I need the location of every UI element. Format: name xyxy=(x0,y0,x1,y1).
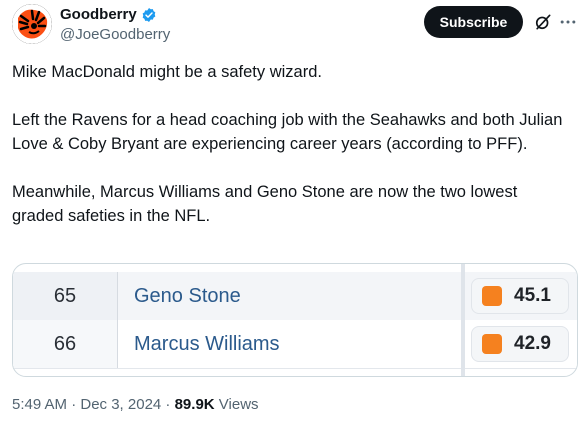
grade-column-separator xyxy=(461,264,465,376)
grade-cell: 42.9 xyxy=(471,326,569,362)
tweet-paragraph: Meanwhile, Marcus Williams and Geno Ston… xyxy=(12,183,518,225)
cincinnati-bengals-tiger-logo-icon xyxy=(12,4,52,44)
verified-badge-icon xyxy=(142,7,156,22)
grok-icon[interactable] xyxy=(533,12,553,32)
grade-value: 42.9 xyxy=(514,333,551,354)
avatar[interactable] xyxy=(12,4,52,44)
media-image-table[interactable]: 65 Geno Stone 45.1 66 Marcus Williams 42… xyxy=(12,263,578,377)
author-handle[interactable]: @JoeGoodberry xyxy=(60,26,170,43)
author-display-name[interactable]: Goodberry xyxy=(60,6,137,23)
views-label: Views xyxy=(214,396,259,413)
tweet-text: Mike MacDonald might be a safety wizard.… xyxy=(12,60,568,252)
grade-color-swatch xyxy=(482,286,502,306)
player-name-cell: Geno Stone xyxy=(134,284,241,307)
grade-cell: 45.1 xyxy=(471,278,569,314)
tweet-meta: 5:49 AM · Dec 3, 2024 · 89.9K Views xyxy=(12,396,259,413)
more-options-icon[interactable] xyxy=(558,12,578,32)
timestamp[interactable]: 5:49 AM · Dec 3, 2024 · xyxy=(12,396,175,413)
rank-cell: 66 xyxy=(13,320,117,368)
tweet-paragraph: Mike MacDonald might be a safety wizard. xyxy=(12,63,322,81)
grade-value: 45.1 xyxy=(514,285,551,306)
rank-cell: 65 xyxy=(13,272,117,320)
column-divider xyxy=(117,272,118,368)
tweet-paragraph: Left the Ravens for a head coaching job … xyxy=(12,111,563,153)
subscribe-button[interactable]: Subscribe xyxy=(424,6,523,38)
table-row: 65 Geno Stone 45.1 xyxy=(13,272,577,320)
author-name-row[interactable]: Goodberry xyxy=(60,6,157,23)
row-divider xyxy=(13,368,577,369)
player-name-cell: Marcus Williams xyxy=(134,332,280,355)
grade-color-swatch xyxy=(482,334,502,354)
table-row: 66 Marcus Williams 42.9 xyxy=(13,320,577,368)
views-count: 89.9K xyxy=(174,396,215,413)
